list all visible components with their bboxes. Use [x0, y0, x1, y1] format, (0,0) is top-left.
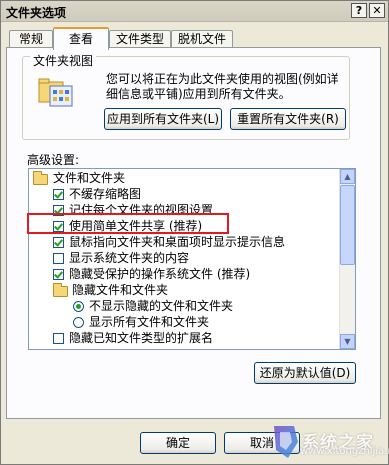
scroll-up-arrow-icon[interactable]: ▲	[340, 169, 355, 184]
reset-all-folders-button[interactable]: 重置所有文件夹(R)	[230, 108, 346, 130]
radio-button[interactable]	[73, 301, 84, 312]
highlight-box	[27, 213, 229, 234]
list-item-label: 文件和文件夹	[53, 171, 126, 185]
scroll-down-arrow-icon[interactable]: ▼	[340, 334, 355, 349]
tab-view[interactable]: 查看	[53, 27, 109, 50]
ok-button[interactable]: 确定	[140, 432, 216, 454]
watermark-url: www.xitongzhijia.net	[300, 446, 389, 457]
list-item-label: 隐藏文件和文件夹	[72, 283, 169, 297]
list-item-label: 显示所有文件和文件夹	[89, 315, 210, 329]
folder-icon	[33, 171, 48, 185]
checkbox[interactable]	[53, 189, 64, 200]
list-item-label: 鼠标指向文件夹和桌面项时显示提示信息	[69, 235, 286, 249]
apply-to-all-folders-button[interactable]: 应用到所有文件夹(L)	[104, 108, 222, 130]
checkbox[interactable]	[53, 333, 64, 344]
advanced-settings-label: 高级设置:	[27, 153, 80, 167]
folder-view-legend: 文件夹视图	[30, 52, 97, 69]
list-item-label: 隐藏受保护的操作系统文件 (推荐)	[69, 267, 251, 281]
folder-view-icon	[38, 78, 73, 107]
scroll-thumb[interactable]	[340, 185, 355, 265]
restore-defaults-button[interactable]: 还原为默认值(D)	[254, 362, 356, 384]
list-item-label: 显示系统文件夹的内容	[69, 251, 190, 265]
close-button[interactable]: ✕	[369, 3, 385, 18]
folder-view-description: 您可以将正在为此文件夹使用的视图(例如详细信息或平铺)应用到所有文件夹。	[106, 72, 339, 101]
list-item-label: 不显示隐藏的文件和文件夹	[89, 299, 234, 313]
checkbox[interactable]	[53, 253, 64, 264]
list-item-label: 不缓存缩略图	[69, 187, 142, 201]
list-item-label: 隐藏已知文件类型的扩展名	[69, 331, 214, 345]
help-button[interactable]: ?	[351, 3, 367, 18]
folder-icon	[53, 283, 68, 297]
checkbox[interactable]	[53, 269, 64, 280]
window-title: 文件夹选项	[6, 6, 67, 20]
title-bar: 文件夹选项 ? ✕	[1, 1, 388, 22]
radio-button[interactable]	[73, 317, 84, 328]
vertical-scrollbar[interactable]: ▲ ▼	[339, 169, 355, 349]
advanced-settings-list[interactable]: 文件和文件夹 不缓存缩略图 记住每个文件夹的视图设置 使用简单文件共享 (推荐)…	[28, 168, 356, 350]
checkbox[interactable]	[53, 237, 64, 248]
